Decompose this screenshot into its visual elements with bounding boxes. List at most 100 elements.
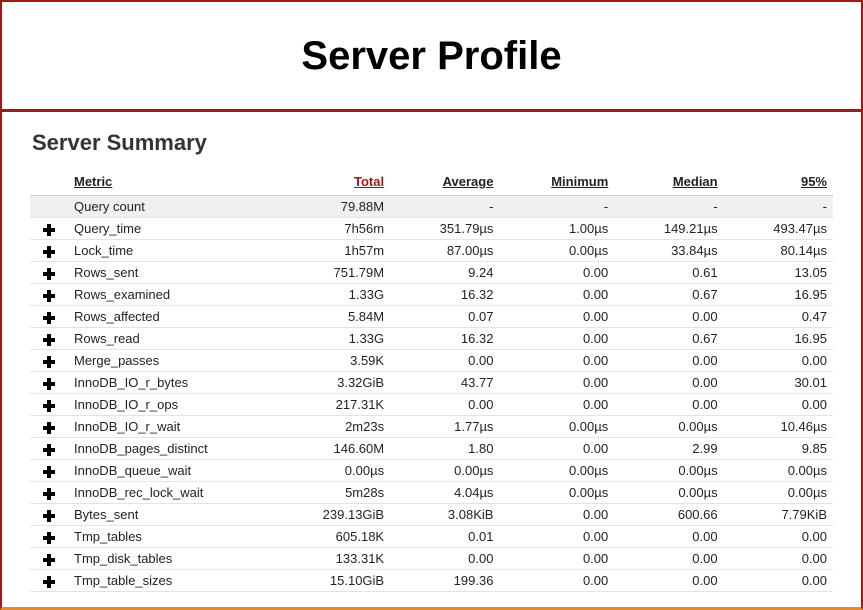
p95-cell: 13.05 — [724, 262, 833, 284]
plus-icon[interactable] — [43, 400, 55, 412]
col-total[interactable]: Total — [268, 170, 390, 196]
p95-cell: 10.46µs — [724, 416, 833, 438]
plus-icon[interactable] — [43, 312, 55, 324]
median-cell: 0.00 — [614, 548, 723, 570]
expand-cell[interactable] — [30, 394, 68, 416]
page-title: Server Profile — [2, 34, 861, 79]
metric-cell: Query_time — [68, 218, 268, 240]
col-average[interactable]: Average — [390, 170, 499, 196]
expand-cell[interactable] — [30, 504, 68, 526]
median-cell: 0.00 — [614, 306, 723, 328]
plus-icon[interactable] — [43, 576, 55, 588]
median-cell: - — [614, 196, 723, 218]
expand-cell[interactable] — [30, 416, 68, 438]
median-cell: 0.00 — [614, 394, 723, 416]
average-cell: 351.79µs — [390, 218, 499, 240]
average-cell: - — [390, 196, 499, 218]
expand-cell[interactable] — [30, 218, 68, 240]
total-cell: 5.84M — [268, 306, 390, 328]
average-cell: 0.01 — [390, 526, 499, 548]
median-cell: 0.61 — [614, 262, 723, 284]
minimum-cell: 0.00 — [499, 570, 614, 592]
p95-cell: 0.00 — [724, 350, 833, 372]
p95-cell: 493.47µs — [724, 218, 833, 240]
expand-cell[interactable] — [30, 526, 68, 548]
median-cell: 0.00µs — [614, 482, 723, 504]
content-area: Server Summary Metric Total Average Mini… — [2, 112, 861, 592]
average-cell: 3.08KiB — [390, 504, 499, 526]
minimum-cell: 0.00 — [499, 438, 614, 460]
col-minimum[interactable]: Minimum — [499, 170, 614, 196]
average-cell: 87.00µs — [390, 240, 499, 262]
table-header-row: Metric Total Average Minimum Median 95% — [30, 170, 833, 196]
median-cell: 0.00 — [614, 570, 723, 592]
plus-icon[interactable] — [43, 246, 55, 258]
col-expand — [30, 170, 68, 196]
table-row: Query_time7h56m351.79µs1.00µs149.21µs493… — [30, 218, 833, 240]
metric-cell: Rows_affected — [68, 306, 268, 328]
expand-cell[interactable] — [30, 372, 68, 394]
p95-cell: 7.79KiB — [724, 504, 833, 526]
p95-cell: 0.00 — [724, 394, 833, 416]
plus-icon[interactable] — [43, 466, 55, 478]
average-cell: 0.00 — [390, 394, 499, 416]
metric-cell: Query count — [68, 196, 268, 218]
expand-cell[interactable] — [30, 570, 68, 592]
table-row: Rows_sent751.79M9.240.000.6113.05 — [30, 262, 833, 284]
p95-cell: 80.14µs — [724, 240, 833, 262]
plus-icon[interactable] — [43, 532, 55, 544]
plus-icon[interactable] — [43, 422, 55, 434]
minimum-cell: 0.00 — [499, 350, 614, 372]
plus-icon[interactable] — [43, 444, 55, 456]
plus-icon[interactable] — [43, 554, 55, 566]
plus-icon[interactable] — [43, 334, 55, 346]
col-p95[interactable]: 95% — [724, 170, 833, 196]
expand-cell[interactable] — [30, 482, 68, 504]
table-row: Merge_passes3.59K0.000.000.000.00 — [30, 350, 833, 372]
page-header: Server Profile — [2, 2, 861, 112]
minimum-cell: 0.00 — [499, 372, 614, 394]
p95-cell: 0.00 — [724, 526, 833, 548]
expand-cell[interactable] — [30, 460, 68, 482]
expand-cell[interactable] — [30, 240, 68, 262]
col-median[interactable]: Median — [614, 170, 723, 196]
minimum-cell: 0.00 — [499, 548, 614, 570]
metric-cell: InnoDB_pages_distinct — [68, 438, 268, 460]
plus-icon[interactable] — [43, 510, 55, 522]
expand-cell[interactable] — [30, 548, 68, 570]
metric-cell: Bytes_sent — [68, 504, 268, 526]
total-cell: 3.59K — [268, 350, 390, 372]
table-row: Lock_time1h57m87.00µs0.00µs33.84µs80.14µ… — [30, 240, 833, 262]
plus-icon[interactable] — [43, 224, 55, 236]
table-row: InnoDB_IO_r_ops217.31K0.000.000.000.00 — [30, 394, 833, 416]
median-cell: 0.00µs — [614, 416, 723, 438]
expand-cell[interactable] — [30, 328, 68, 350]
total-cell: 0.00µs — [268, 460, 390, 482]
plus-icon[interactable] — [43, 268, 55, 280]
total-cell: 15.10GiB — [268, 570, 390, 592]
plus-icon[interactable] — [43, 488, 55, 500]
expand-cell[interactable] — [30, 262, 68, 284]
p95-cell: 9.85 — [724, 438, 833, 460]
expand-cell[interactable] — [30, 284, 68, 306]
p95-cell: 16.95 — [724, 328, 833, 350]
plus-icon[interactable] — [43, 356, 55, 368]
metric-cell: Tmp_disk_tables — [68, 548, 268, 570]
table-row: InnoDB_pages_distinct146.60M1.800.002.99… — [30, 438, 833, 460]
total-cell: 2m23s — [268, 416, 390, 438]
total-cell: 217.31K — [268, 394, 390, 416]
median-cell: 149.21µs — [614, 218, 723, 240]
median-cell: 0.00 — [614, 372, 723, 394]
col-metric[interactable]: Metric — [68, 170, 268, 196]
plus-icon[interactable] — [43, 378, 55, 390]
p95-cell: 0.47 — [724, 306, 833, 328]
expand-cell[interactable] — [30, 350, 68, 372]
average-cell: 16.32 — [390, 328, 499, 350]
minimum-cell: 0.00 — [499, 262, 614, 284]
page-frame: Server Profile Server Summary Metric Tot… — [0, 0, 863, 610]
plus-icon[interactable] — [43, 290, 55, 302]
expand-cell[interactable] — [30, 438, 68, 460]
total-cell: 1.33G — [268, 284, 390, 306]
expand-cell[interactable] — [30, 306, 68, 328]
table-row: Rows_read1.33G16.320.000.6716.95 — [30, 328, 833, 350]
